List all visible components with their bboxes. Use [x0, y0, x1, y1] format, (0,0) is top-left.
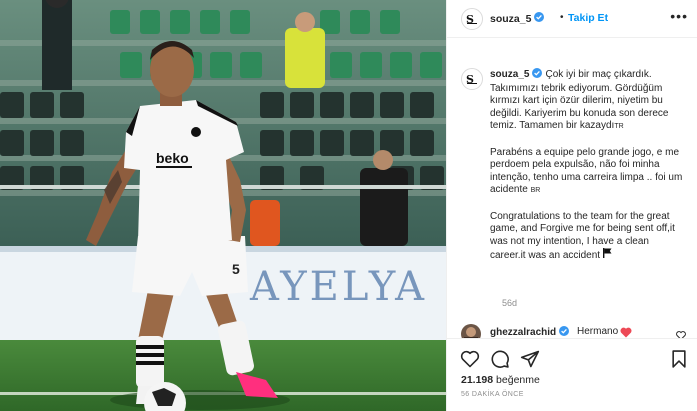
follow-button[interactable]: Takip Et [568, 12, 608, 24]
red-heart-emoji-icon [620, 325, 632, 338]
likes-label[interactable]: beğenme [496, 374, 540, 386]
caption-avatar[interactable]: S [461, 68, 483, 90]
verified-badge-icon [534, 12, 545, 25]
separator-dot: • [560, 12, 564, 23]
like-heart-icon[interactable] [460, 349, 480, 369]
post-caption: souza_5 Çok iyi bir maç çıkardık. Takımı… [490, 68, 684, 263]
shirt-sponsor-text: beko [156, 150, 189, 166]
comment-bubble-icon[interactable] [490, 349, 510, 369]
commenter-username-text[interactable]: ghezzalrachid [490, 327, 556, 338]
likes-number[interactable]: 21.198 [461, 374, 493, 386]
post-actions: 21.198 beğenme 56 DAKİKA ÖNCE [447, 338, 697, 411]
post-side-panel: S souza_5 • Takip Et ••• S souza_5 Çok i… [446, 0, 697, 411]
likes-count[interactable]: 21.198 beğenme [461, 374, 540, 386]
comment-item: ghezzalrachid Hermano [461, 322, 686, 338]
svg-text:S: S [466, 13, 474, 26]
caption-english-text: Congratulations to the team for the grea… [490, 210, 675, 262]
football-player-photo: AYELYA 5 beko [0, 0, 446, 411]
share-plane-icon[interactable] [520, 349, 540, 369]
commenter-username[interactable]: ghezzalrachid [490, 326, 570, 338]
svg-text:S: S [466, 73, 474, 86]
profile-avatar[interactable]: S [461, 8, 483, 30]
comment-text: Hermano [577, 326, 619, 337]
turkey-flag-text: TR [614, 123, 624, 131]
caption-username[interactable]: souza_5 [490, 68, 543, 83]
brazil-flag-text: BR [530, 187, 541, 195]
verified-badge-icon [559, 326, 570, 338]
commenter-avatar[interactable] [461, 324, 481, 338]
save-bookmark-icon[interactable] [669, 349, 689, 369]
posted-time[interactable]: 56 DAKİKA ÖNCE [461, 391, 524, 398]
comment-like-heart-icon[interactable] [676, 327, 686, 338]
banner-text: AYELYA [249, 264, 427, 310]
caption-portuguese-text: Parabéns a equipe pelo grande jogo, e me… [490, 146, 683, 196]
caption-username-text[interactable]: souza_5 [490, 69, 529, 82]
post-photo[interactable]: AYELYA 5 beko [0, 0, 446, 411]
comments-area[interactable]: S souza_5 Çok iyi bir maç çıkardık. Takı… [447, 38, 692, 338]
post-username[interactable]: souza_5 [490, 12, 545, 25]
flag-icon [602, 248, 612, 261]
shorts-number: 5 [232, 261, 240, 277]
more-options-icon[interactable]: ••• [670, 8, 688, 24]
verified-badge-icon [532, 68, 543, 83]
username-text[interactable]: souza_5 [490, 13, 531, 25]
logo-icon: S [466, 73, 477, 86]
logo-icon: S [466, 13, 477, 26]
caption-time: 56d [502, 298, 518, 308]
post-header: S souza_5 • Takip Et ••• [447, 0, 697, 38]
